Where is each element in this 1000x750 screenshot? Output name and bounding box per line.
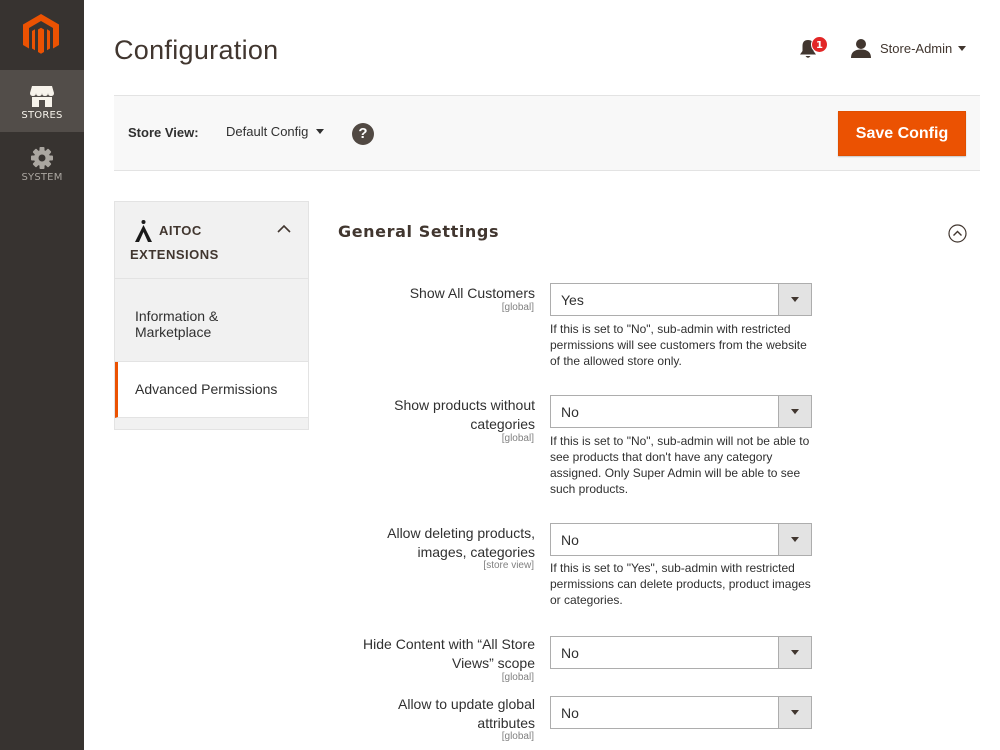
field-note: If this is set to "No", sub-admin will n…: [550, 434, 810, 496]
field-note: If this is set to "Yes", sub-admin with …: [550, 561, 811, 607]
nav-label-stores: STORES: [21, 110, 63, 121]
magento-logo-icon[interactable]: [20, 12, 62, 56]
store-view-selected: Default Config: [226, 124, 309, 139]
chevron-down-icon: [778, 697, 811, 728]
chevron-down-icon: [778, 524, 811, 555]
field-label-allow-deleting-products: Allow deleting products, images, categor…: [387, 524, 535, 562]
field-label-line: Allow to update global: [398, 696, 535, 712]
select-value: No: [561, 404, 579, 420]
chevron-up-icon: [277, 224, 291, 233]
tab-group-aitoc-extensions[interactable]: AITOC EXTENSIONS: [115, 202, 308, 279]
nav-item-system[interactable]: SYSTEM: [0, 132, 84, 194]
field-label-line: Show products without: [394, 397, 535, 413]
field-note: If this is set to "No", sub-admin with r…: [550, 322, 807, 368]
field-label-text: Show All Customers: [409, 285, 535, 301]
field-scope: [global]: [501, 433, 534, 444]
chevron-down-icon: [778, 637, 811, 668]
tab-group-title-line1: AITOC: [159, 223, 202, 238]
config-tabs-sidebar: AITOC EXTENSIONS Information & Marketpla…: [114, 201, 309, 430]
select-value: No: [561, 645, 579, 661]
field-label-line: categories: [470, 416, 535, 432]
allow-deleting-products-select[interactable]: No: [550, 523, 812, 556]
section-title: General Settings: [338, 222, 500, 241]
notifications-count-badge: 1: [811, 36, 828, 53]
field-scope: [global]: [501, 731, 534, 742]
hide-content-all-store-views-select[interactable]: No: [550, 636, 812, 669]
help-icon[interactable]: ?: [352, 123, 374, 145]
field-scope: [global]: [501, 302, 534, 313]
field-label-show-products-without-categories: Show products without categories: [394, 396, 535, 434]
field-label-line: Views” scope: [451, 655, 535, 671]
field-scope: [global]: [501, 672, 534, 683]
select-value: No: [561, 532, 579, 548]
store-view-bar: Store View: Default Config ? Save Config: [114, 95, 980, 171]
select-value: Yes: [561, 292, 584, 308]
show-products-without-categories-select[interactable]: No: [550, 395, 812, 428]
user-account-menu[interactable]: Store-Admin: [850, 36, 967, 60]
store-view-label: Store View:: [128, 125, 199, 140]
tab-information-marketplace[interactable]: Information & Marketplace: [115, 280, 308, 362]
nav-label-system: SYSTEM: [21, 172, 63, 183]
user-icon: [851, 39, 871, 58]
admin-sidebar: STORES SYSTEM: [0, 0, 84, 750]
nav-item-stores[interactable]: STORES: [0, 70, 84, 132]
tab-label: Information & Marketplace: [135, 308, 219, 340]
tab-advanced-permissions[interactable]: Advanced Permissions: [115, 362, 308, 418]
chevron-down-icon: [778, 284, 811, 315]
field-label-line: Allow deleting products,: [387, 525, 535, 541]
collapse-section-icon[interactable]: [948, 224, 967, 243]
tab-group-title-line2: EXTENSIONS: [130, 247, 219, 262]
chevron-down-icon: [958, 45, 967, 51]
field-label-allow-update-global-attributes: Allow to update global attributes: [398, 695, 535, 733]
field-scope: [store view]: [483, 560, 534, 571]
allow-update-global-attributes-select[interactable]: No: [550, 696, 812, 729]
store-view-switcher[interactable]: Default Config: [226, 124, 325, 139]
gear-icon: [31, 147, 53, 169]
tab-label: Advanced Permissions: [135, 381, 278, 397]
page-title: Configuration: [114, 35, 279, 65]
chevron-down-icon: [316, 129, 325, 134]
field-label-line: Hide Content with “All Store: [363, 636, 535, 652]
chevron-down-icon: [778, 396, 811, 427]
field-label-hide-content-all-store-views: Hide Content with “All Store Views” scop…: [363, 635, 535, 673]
user-name: Store-Admin: [880, 40, 953, 56]
show-all-customers-select[interactable]: Yes: [550, 283, 812, 316]
save-config-button[interactable]: Save Config: [838, 111, 966, 156]
field-label-show-all-customers: Show All Customers: [410, 284, 535, 303]
store-icon: [30, 86, 54, 107]
aitoc-logo-icon: [135, 220, 152, 242]
select-value: No: [561, 705, 579, 721]
